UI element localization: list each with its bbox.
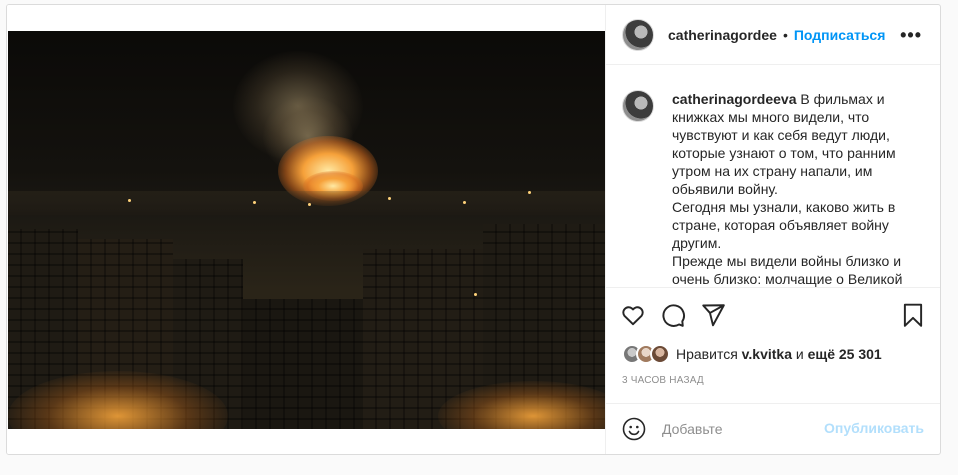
post-timestamp[interactable]: 3 ЧАСОВ НАЗАД [622,375,704,386]
caption-username[interactable]: catherinagordeeva [672,91,797,107]
caption-row: catherinagordeeva В фильмах и книжках мы… [622,90,924,287]
likes-count[interactable]: ещё 25 301 [808,346,882,362]
likes-row: Нравится v.kvitka и ещё 25 301 [622,343,882,365]
liker-avatar[interactable] [650,344,670,364]
caption-text: catherinagordeeva В фильмах и книжках мы… [672,90,924,287]
follow-button[interactable]: Подписаться [794,27,886,43]
post-photo[interactable] [8,31,605,429]
header-separator: • [782,26,788,43]
likes-text[interactable]: Нравится v.kvitka и ещё 25 301 [676,346,882,362]
liker-username[interactable]: v.kvitka [742,346,792,362]
bookmark-icon[interactable] [900,302,926,328]
author-username[interactable]: catherinagordee [668,27,777,43]
caption-area: catherinagordeeva В фильмах и книжках мы… [606,66,940,287]
likes-prefix: Нравится [676,346,738,362]
post-media [7,5,606,454]
heart-icon[interactable] [620,302,646,328]
caption-paragraph-3: Прежде мы видели войны близко и очень бл… [672,253,903,287]
comment-icon[interactable] [660,302,686,328]
caption-avatar[interactable] [622,90,654,122]
caption-paragraph-2: Сегодня мы узнали, каково жить в стране,… [672,199,896,251]
emoji-icon[interactable] [622,417,646,441]
author-avatar[interactable] [622,18,654,51]
post-header: catherinagordee • Подписаться ••• [606,5,940,65]
instagram-post: catherinagordee • Подписаться ••• cather… [6,4,941,455]
share-icon[interactable] [700,302,726,328]
post-sidebar: catherinagordee • Подписаться ••• cather… [606,5,940,454]
more-options-icon[interactable]: ••• [900,25,922,46]
comment-input[interactable] [662,418,822,440]
comment-bar: Опубликовать [606,403,940,454]
likes-conjunction: и [795,346,804,362]
publish-button[interactable]: Опубликовать [824,420,924,436]
action-bar [606,287,940,341]
